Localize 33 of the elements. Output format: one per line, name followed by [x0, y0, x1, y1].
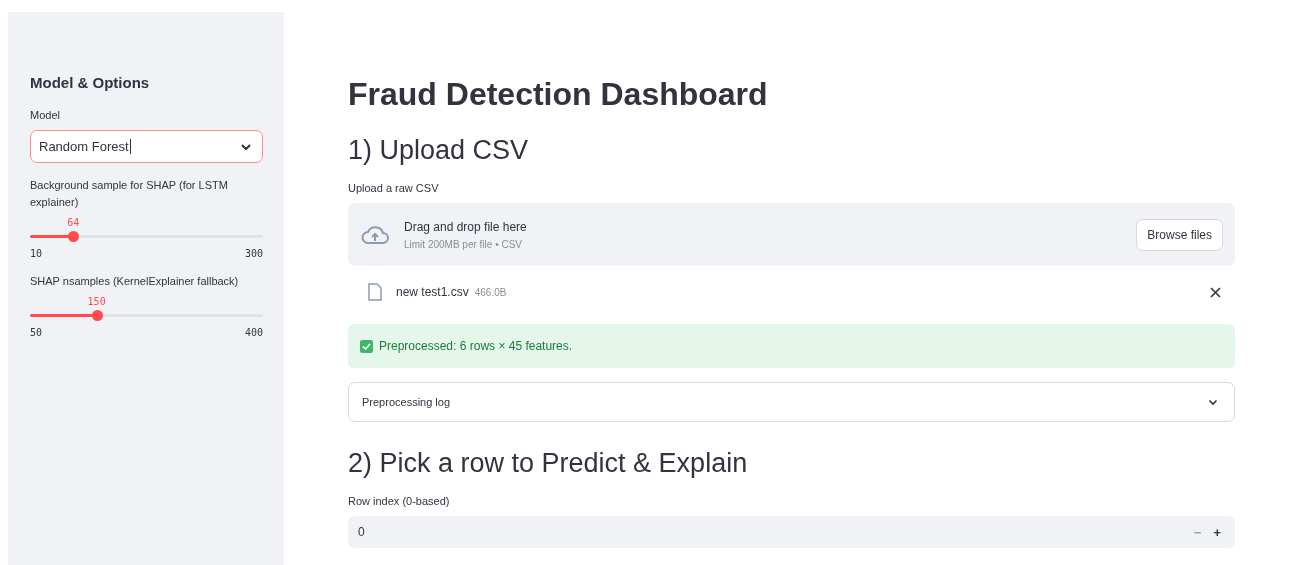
slider-max: 400 — [244, 327, 263, 338]
section-heading: 2) Pick a row to Predict & Explain — [348, 448, 749, 479]
file-name: new test1.csv — [396, 285, 469, 299]
expander[interactable]: Preprocessing log — [348, 382, 1235, 422]
file-size: 466.0B — [474, 286, 508, 298]
sidebar-title: Model & Options — [30, 74, 151, 91]
chevron-down-icon — [240, 142, 252, 151]
dropzone-text: Drag and drop file here — [404, 219, 528, 234]
slider-min: 10 — [30, 248, 43, 259]
field-label: Upload a raw CSV — [348, 181, 440, 196]
slider-value: 150 — [87, 296, 106, 307]
section-heading: 1) Upload CSV — [348, 135, 530, 166]
slider-thumb[interactable] — [68, 231, 80, 242]
slider-label: SHAP nsamples (KernelExplainer fallback) — [30, 274, 240, 289]
slider-value: 64 — [67, 217, 80, 228]
slider-label: Background sample for SHAP (for LSTM explainer) — [30, 178, 229, 210]
success-message: Preprocessed: 6 rows × 45 features. — [379, 339, 573, 353]
close-icon[interactable] — [1210, 286, 1221, 298]
field-label: Model — [30, 108, 61, 123]
chevron-down-icon — [1208, 398, 1218, 406]
file-dropzone[interactable]: Drag and drop file here Limit 200MB per file • CSV Browse files — [348, 203, 1235, 266]
page-title: Fraud Detection Dashboard — [348, 76, 769, 113]
checkbox-check-icon — [360, 339, 373, 353]
browse-files-button[interactable]: Browse files — [1136, 218, 1223, 251]
model-select[interactable]: Random Forest — [30, 130, 263, 163]
slider-thumb[interactable] — [91, 310, 103, 321]
field-label: Row index (0-based) — [348, 494, 451, 509]
cloud-upload-icon — [360, 223, 390, 246]
slider-max: 300 — [244, 248, 263, 259]
increment-button[interactable]: + — [1207, 524, 1227, 540]
slider-min: 50 — [30, 327, 43, 338]
file-icon — [368, 283, 382, 301]
dropzone-hint: Limit 200MB per file • CSV — [404, 238, 523, 250]
